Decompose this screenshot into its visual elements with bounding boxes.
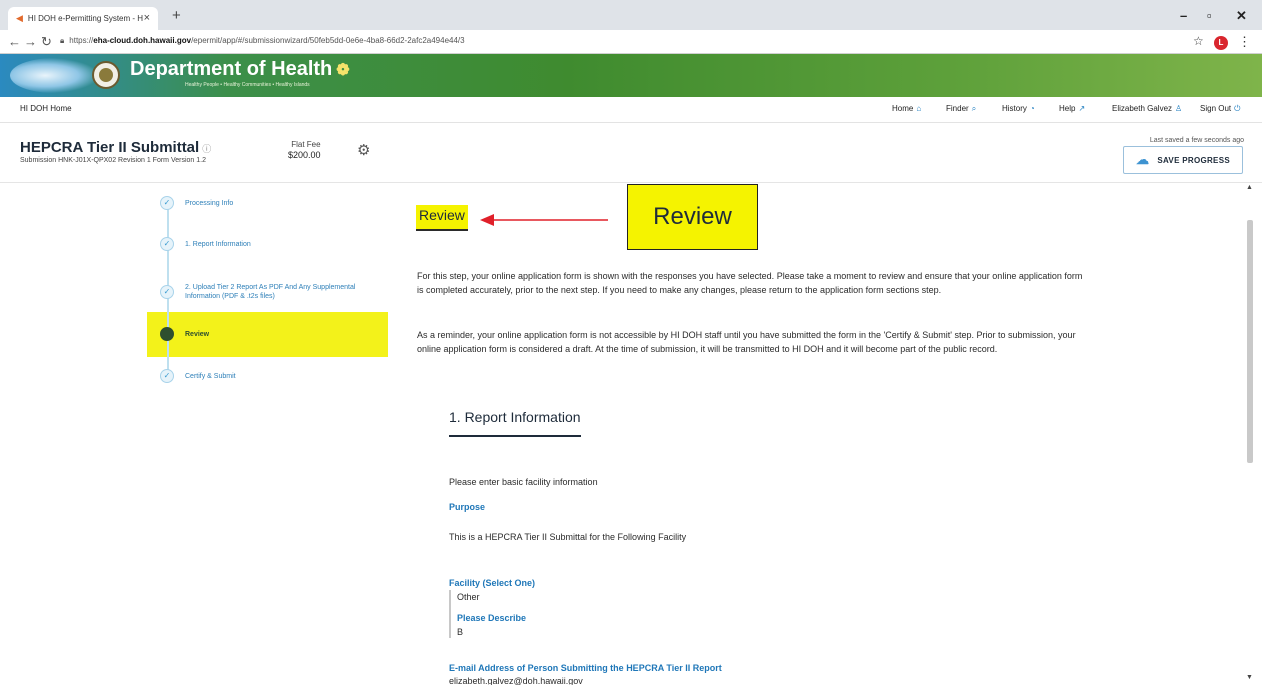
state-seal-logo[interactable] — [92, 61, 120, 89]
doh-home-link[interactable]: HI DOH Home — [20, 104, 72, 113]
nav-help-link[interactable]: Help ↗ — [1059, 104, 1085, 113]
scroll-up-icon[interactable]: ▲ — [1246, 184, 1253, 191]
lock-icon: 🔒︎ — [60, 36, 65, 45]
minimize-window-icon[interactable]: – — [1180, 8, 1187, 23]
nav-finder-link[interactable]: Finder ⌕ — [946, 104, 976, 114]
current-step-dot-icon — [160, 327, 174, 341]
fee-label: Flat Fee — [291, 140, 321, 149]
nav-signout-link[interactable]: Sign Out ⏻︎ — [1200, 104, 1240, 114]
nav-history-link[interactable]: History ◔ — [1002, 104, 1035, 113]
gear-icon[interactable]: ⚙ — [357, 141, 370, 159]
step-report-information[interactable]: ✓ 1. Report Information — [160, 237, 251, 251]
profile-avatar[interactable]: L — [1214, 36, 1228, 50]
url-field[interactable]: 🔒︎ https://eha-cloud.doh.hawaii.gov/eperm… — [60, 36, 465, 46]
department-title: Department of Health ❁ — [130, 58, 350, 81]
department-name: Department of Health — [130, 58, 333, 80]
nav-user-link[interactable]: Elizabeth Galvez ♙ — [1112, 104, 1182, 113]
answer-indent-bar — [449, 590, 451, 638]
describe-label: Please Describe — [457, 613, 527, 623]
cloud-upload-icon: ☁ — [1136, 152, 1150, 167]
tab-close-icon[interactable]: × — [144, 12, 150, 24]
email-value: elizabeth.galvez@doh.hawaii.gov — [449, 676, 583, 685]
history-icon: ◔ — [1029, 104, 1035, 113]
department-banner: Department of Health ❁ Healthy People • H… — [0, 54, 1262, 97]
check-circle-icon: ✓ — [160, 237, 174, 251]
review-intro-paragraph: For this step, your online application f… — [417, 271, 1083, 295]
describe-value: B — [457, 627, 464, 637]
last-saved-status: Last saved a few seconds ago — [1149, 137, 1244, 144]
form-subtitle: Submission HNK-J01X-QPX02 Revision 1 For… — [20, 157, 206, 164]
step-label: Processing Info — [185, 200, 234, 207]
nav-help-label: Help — [1059, 104, 1076, 113]
section-title: 1. Report Information — [449, 409, 581, 437]
fee-amount: $200.00 — [288, 150, 321, 160]
banner-wave-graphic — [10, 58, 98, 93]
department-tagline: Healthy People • Healthy Communities • H… — [185, 82, 310, 88]
scan-gap — [0, 545, 1262, 563]
flower-icon: ❁ — [336, 62, 350, 79]
facility-label: Facility (Select One) — [449, 578, 536, 588]
search-icon: ⌕ — [971, 104, 977, 113]
url-prefix: https:// — [69, 36, 94, 45]
step-processing-info[interactable]: ✓ Processing Info — [160, 196, 233, 210]
power-icon: ⏻︎ — [1234, 104, 1241, 113]
check-circle-icon: ✓ — [160, 369, 174, 383]
check-circle-icon: ✓ — [160, 196, 174, 210]
step-label: 2. Upload Tier 2 Report As PDF And Any S… — [185, 284, 356, 300]
check-circle-icon: ✓ — [160, 285, 174, 299]
star-icon[interactable]: ☆ — [1193, 34, 1204, 48]
fee-info: Flat Fee $200.00 — [288, 139, 321, 161]
step-upload-tier2[interactable]: ✓ 2. Upload Tier 2 Report As PDF And Any… — [160, 283, 360, 301]
step-label: 1. Report Information — [185, 241, 251, 248]
step-review[interactable]: Review — [160, 327, 209, 341]
review-heading: Review — [416, 205, 468, 231]
tab-title: HI DOH e-Permitting System - H — [27, 14, 144, 23]
app-navigation: HI DOH Home Home ⌂ Finder ⌕ History ◔ Help ↗… — [0, 97, 1262, 123]
house-icon: ⌂ — [916, 104, 922, 113]
browser-tab[interactable]: ◀ HI DOH e-Permitting System - H × — [8, 7, 158, 30]
facility-value: Other — [457, 592, 480, 602]
nav-home-link[interactable]: Home ⌂ — [892, 104, 921, 113]
nav-signout-label: Sign Out — [1200, 104, 1232, 113]
url-host: eha-cloud.doh.hawaii.gov — [93, 36, 192, 45]
kebab-menu-icon[interactable]: ⋮ — [1238, 34, 1251, 50]
nav-user-label: Elizabeth Galvez — [1112, 104, 1173, 113]
browser-tab-bar: ◀ HI DOH e-Permitting System - H × + – ▫… — [0, 0, 1262, 30]
save-progress-label: SAVE PROGRESS — [1157, 155, 1230, 165]
info-icon[interactable]: ⓘ — [202, 144, 211, 154]
restore-window-icon[interactable]: ▫ — [1207, 8, 1212, 23]
nav-home-label: Home — [892, 104, 914, 113]
external-link-icon: ↗ — [1078, 104, 1086, 113]
form-title: HEPCRA Tier II Submittal ⓘ — [20, 139, 211, 156]
form-title-text: HEPCRA Tier II Submittal — [20, 139, 200, 156]
new-tab-button[interactable]: + — [172, 7, 181, 24]
section-intro-text: Please enter basic facility information — [449, 477, 598, 487]
review-callout-annotation: Review — [627, 184, 758, 250]
step-label: Review — [185, 331, 210, 338]
reload-icon[interactable]: ↻ — [41, 34, 52, 50]
user-icon: ♙ — [1175, 104, 1183, 113]
red-arrow-annotation — [480, 214, 608, 226]
site-favicon-icon: ◀ — [16, 13, 23, 23]
form-header: HEPCRA Tier II Submittal ⓘ Submission HNK… — [0, 123, 1262, 183]
scroll-down-icon[interactable]: ▼ — [1246, 674, 1253, 681]
url-path: /epermit/app/#/submissionwizard/50feb5dd… — [191, 36, 465, 45]
save-progress-button[interactable]: ☁ SAVE PROGRESS — [1123, 146, 1243, 174]
forward-arrow-icon[interactable]: → — [24, 34, 37, 49]
close-window-icon[interactable]: ✕ — [1236, 8, 1247, 24]
purpose-text: This is a HEPCRA Tier II Submittal for t… — [449, 532, 687, 542]
review-reminder-paragraph: As a reminder, your online application f… — [417, 330, 1076, 354]
back-arrow-icon[interactable]: ← — [8, 34, 21, 49]
nav-finder-label: Finder — [946, 104, 969, 113]
browser-address-bar: ← → ↻ 🔒︎ https://eha-cloud.doh.hawaii.gov… — [0, 30, 1262, 54]
step-certify-submit[interactable]: ✓ Certify & Submit — [160, 369, 236, 383]
email-label: E-mail Address of Person Submitting the … — [449, 663, 722, 673]
nav-history-label: History — [1002, 104, 1027, 113]
purpose-label: Purpose — [449, 502, 486, 512]
step-label: Certify & Submit — [185, 373, 236, 380]
scrollbar-thumb[interactable] — [1247, 220, 1253, 463]
